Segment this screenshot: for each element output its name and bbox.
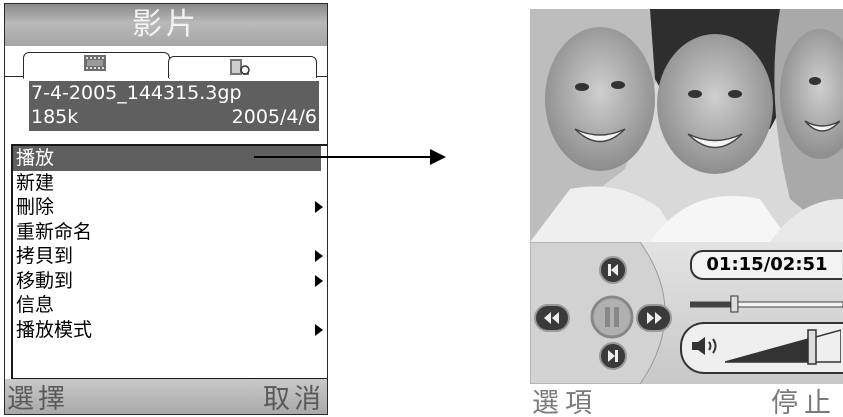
rewind-icon[interactable] [534,304,570,332]
submenu-arrow-icon [315,274,323,287]
next-track-icon[interactable] [599,342,627,370]
player-controls: 01:15/02:51 [530,242,843,384]
menu-item-label: 移動到 [16,269,74,292]
file-browser-screen: 影片 7-4-2005_144315.3gp 185k 2005/4/6 播放 … [4,3,328,415]
tab-video-clips[interactable] [168,56,317,78]
softkey-stop[interactable]: 停止 [771,381,837,417]
submenu-arrow-icon [315,323,323,336]
softkey-bar: 選擇 取消 [5,379,327,414]
previous-track-icon[interactable] [599,256,627,284]
submenu-arrow-icon [315,250,323,262]
tab-bar [5,46,327,79]
speaker-icon [692,337,717,355]
softkey-bar-player: 選項 停止 [530,384,843,417]
menu-item-play-mode[interactable]: 播放模式 [13,318,327,343]
menu-item-label: 信息 [16,294,55,316]
flow-arrow-line [254,156,434,158]
film-icon [84,55,106,71]
tab-video-files[interactable] [23,52,170,79]
menu-item-new[interactable]: 新建 [13,171,327,196]
submenu-arrow-icon [315,201,323,213]
progress-slider[interactable] [690,294,843,314]
screen-title: 影片 [5,4,327,46]
selected-file-info[interactable]: 7-4-2005_144315.3gp 185k 2005/4/6 [29,81,319,131]
menu-item-label: 拷貝到 [16,245,74,267]
volume-slider[interactable] [725,326,841,366]
menu-item-label: 新建 [16,171,55,194]
options-menu: 播放 新建 刪除 重新命名 拷貝到 移動到 信息 播放模式 [11,144,327,380]
softkey-options[interactable]: 選項 [532,381,598,417]
time-display: 01:15/02:51 [690,250,842,280]
menu-item-copy-to[interactable]: 拷貝到 [13,244,327,269]
menu-item-label: 播放 [16,147,55,169]
softkey-cancel[interactable]: 取消 [263,377,325,414]
file-size: 185k [31,106,79,128]
menu-item-label: 重新命名 [16,220,93,243]
menu-item-label: 刪除 [16,196,55,218]
file-date: 2005/4/6 [231,106,317,128]
softkey-select[interactable]: 選擇 [7,377,69,414]
video-clip-icon [230,59,250,75]
menu-item-play[interactable]: 播放 [13,146,321,171]
file-name: 7-4-2005_144315.3gp [31,82,242,104]
volume-knob [807,329,817,365]
menu-item-rename[interactable]: 重新命名 [13,220,327,245]
menu-item-label: 播放模式 [16,318,93,341]
menu-item-move-to[interactable]: 移動到 [13,269,327,294]
menu-item-info[interactable]: 信息 [13,293,327,318]
flow-arrow-head-icon [430,149,446,165]
video-player-screen: 01:15/02:51 選項 停止 [530,9,843,417]
progress-knob [730,295,739,313]
menu-item-delete[interactable]: 刪除 [13,195,327,220]
pause-icon[interactable] [590,295,634,339]
video-frame-image [530,9,843,242]
fast-forward-icon[interactable] [636,304,672,332]
